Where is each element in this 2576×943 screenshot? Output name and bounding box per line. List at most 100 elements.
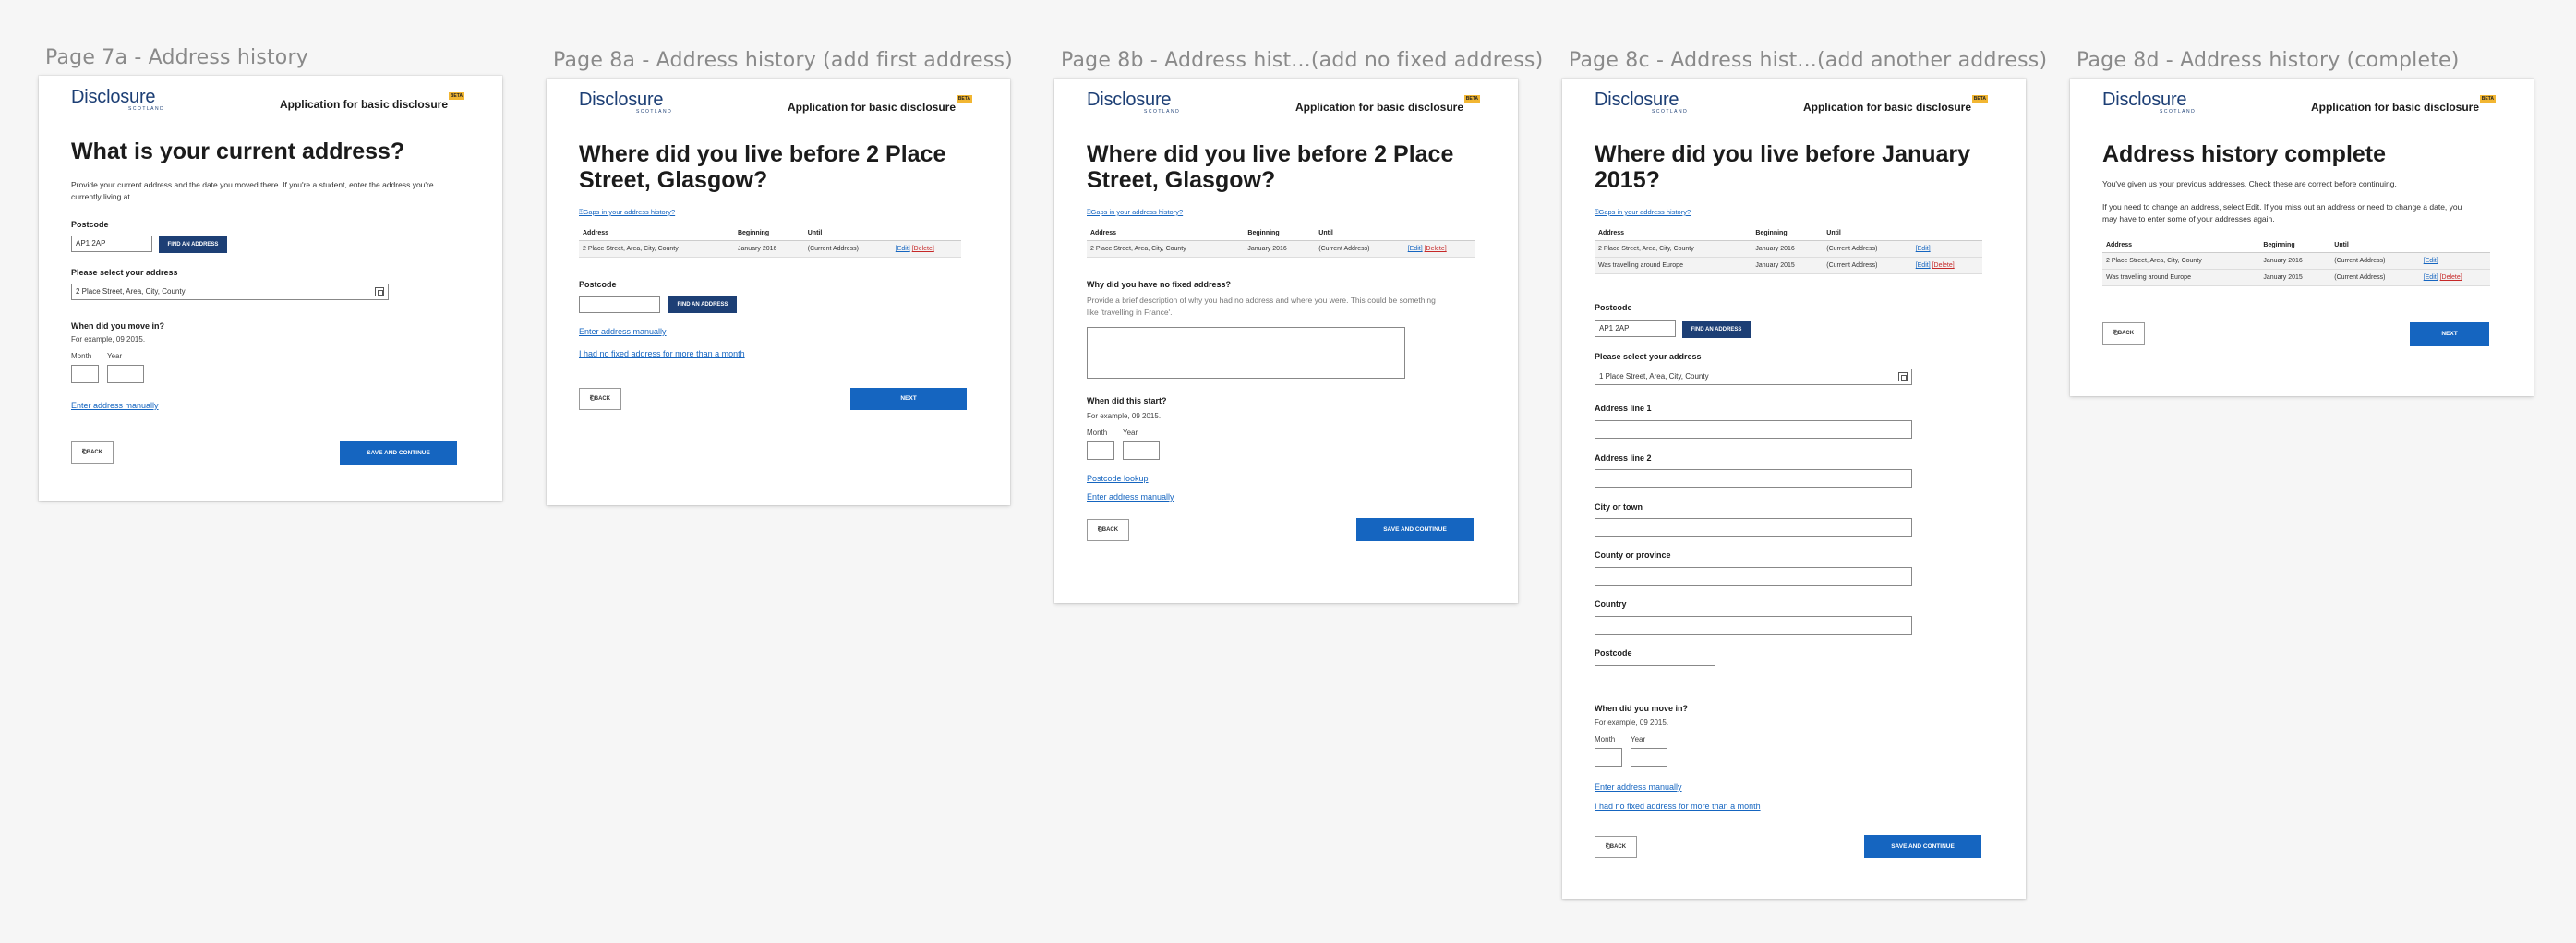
edit-link[interactable]: [Edit] [2424, 258, 2438, 264]
gaps-history-link[interactable]: ⍰Gaps in your address history? [1595, 208, 1691, 217]
beginning-cell: January 2016 [1751, 240, 1824, 258]
manual-postcode-input[interactable] [1595, 665, 1715, 683]
column-header: Until [1823, 226, 1912, 241]
table-row: 2 Place Street, Area, City, County Janua… [2102, 252, 2490, 270]
column-header: Address [579, 226, 734, 241]
postcode-label: Postcode [1595, 303, 1632, 312]
year-input[interactable] [1123, 441, 1160, 460]
save-continue-button[interactable]: SAVE AND CONTINUE [1864, 835, 1981, 858]
month-input[interactable] [71, 365, 99, 383]
month-input[interactable] [1087, 441, 1114, 460]
find-address-button[interactable]: FIND AN ADDRESS [668, 296, 737, 313]
disclosure-logo[interactable]: Disclosure SCOTLAND [2102, 90, 2195, 115]
select-address-label: Please select your address [71, 268, 178, 277]
back-button[interactable]: ⎗BACK [579, 388, 621, 410]
disclosure-logo[interactable]: Disclosure SCOTLAND [1595, 90, 1687, 115]
disclosure-logo[interactable]: Disclosure SCOTLAND [71, 87, 163, 112]
disclosure-logo[interactable]: Disclosure SCOTLAND [1087, 90, 1179, 115]
column-header: Until [1315, 226, 1404, 241]
back-button[interactable]: ⎗BACK [2102, 322, 2145, 345]
city-label: City or town [1595, 502, 1643, 512]
city-input[interactable] [1595, 518, 1912, 537]
date-hint: For example, 09 2015. [71, 335, 146, 344]
delete-link[interactable]: [Delete] [1425, 246, 1447, 252]
address-cell: 2 Place Street, Area, City, County [1087, 240, 1245, 258]
address-select[interactable]: 1 Place Street, Area, City, County [1595, 369, 1912, 385]
address-cell: 2 Place Street, Area, City, County [1595, 240, 1752, 258]
artboard-page-8a: Disclosure SCOTLAND Application for basi… [547, 79, 1010, 505]
delete-link[interactable]: [Delete] [912, 246, 934, 252]
back-button[interactable]: ⎗BACK [1595, 836, 1637, 858]
year-input[interactable] [1631, 748, 1667, 767]
gaps-history-link[interactable]: ⍰Gaps in your address history? [1087, 208, 1183, 217]
no-fixed-address-link[interactable]: I had no fixed address for more than a m… [1595, 802, 1761, 811]
address-cell: Was travelling around Europe [1595, 257, 1752, 274]
enter-manually-link[interactable]: Enter address manually [1087, 492, 1174, 502]
find-address-button[interactable]: FIND AN ADDRESS [1682, 321, 1751, 338]
column-header: Beginning [1244, 226, 1316, 241]
manual-postcode-label: Postcode [1595, 648, 1632, 658]
beta-badge: BETA [956, 95, 972, 103]
address-line-1-input[interactable] [1595, 420, 1912, 439]
beta-badge: BETA [448, 92, 464, 100]
year-input[interactable] [107, 365, 144, 383]
date-hint: For example, 09 2015. [1595, 719, 1669, 727]
postcode-input[interactable] [579, 296, 660, 313]
artboard-label: Page 7a - Address history [45, 46, 308, 69]
disclosure-logo[interactable]: Disclosure SCOTLAND [579, 90, 671, 115]
next-button[interactable]: NEXT [850, 388, 967, 410]
address-line-2-input[interactable] [1595, 469, 1912, 488]
moved-in-label: When did you move in? [1595, 704, 1688, 713]
column-header: Beginning [733, 226, 804, 241]
intro-text: You've given us your previous addresses.… [2102, 179, 2397, 188]
find-address-button[interactable]: FIND AN ADDRESS [159, 236, 227, 253]
app-title: Application for basic disclosure [2310, 101, 2479, 114]
edit-link[interactable]: [Edit] [1916, 246, 1931, 252]
delete-link[interactable]: [Delete] [1932, 262, 1955, 269]
save-continue-button[interactable]: SAVE AND CONTINUE [340, 441, 457, 465]
enter-manually-link[interactable]: Enter address manually [71, 401, 159, 410]
beginning-cell: January 2015 [1751, 257, 1824, 274]
site-header: Disclosure SCOTLAND Application for basi… [579, 90, 972, 121]
back-button[interactable]: ⎗BACK [71, 441, 114, 464]
county-input[interactable] [1595, 567, 1912, 586]
until-cell: (Current Address) [1315, 240, 1404, 258]
address-cell: 2 Place Street, Area, City, County [2102, 252, 2260, 270]
edit-link[interactable]: [Edit] [1408, 246, 1423, 252]
edit-link[interactable]: [Edit] [2424, 274, 2438, 281]
edit-link[interactable]: [Edit] [1916, 262, 1931, 269]
no-fixed-address-link[interactable]: I had no fixed address for more than a m… [579, 349, 745, 358]
enter-manually-link[interactable]: Enter address manually [1595, 782, 1682, 792]
column-header: Address [2102, 238, 2260, 253]
app-title: Application for basic disclosure [787, 101, 956, 114]
app-title: Application for basic disclosure [279, 98, 448, 111]
delete-link[interactable]: [Delete] [2440, 274, 2462, 281]
app-title: Application for basic disclosure [1294, 101, 1463, 114]
actions-cell: [Edit] [1911, 240, 1982, 258]
column-header [2419, 238, 2490, 253]
enter-manually-link[interactable]: Enter address manually [579, 327, 667, 336]
site-header: Disclosure SCOTLAND Application for basi… [2102, 90, 2496, 121]
question-hint: Provide a brief description of why you h… [1087, 296, 1436, 317]
actions-cell: [Edit] [Delete] [891, 240, 961, 258]
save-continue-button[interactable]: SAVE AND CONTINUE [1356, 518, 1474, 541]
postcode-input[interactable]: AP1 2AP [1595, 320, 1676, 337]
postcode-input[interactable]: AP1 2AP [71, 236, 152, 252]
table-row: 2 Place Street, Area, City, County Janua… [579, 240, 961, 258]
month-input[interactable] [1595, 748, 1622, 767]
gaps-history-link[interactable]: ⍰Gaps in your address history? [579, 208, 675, 217]
no-fixed-description-textarea[interactable] [1087, 327, 1405, 379]
next-button[interactable]: NEXT [2410, 322, 2489, 346]
address-select[interactable]: 2 Place Street, Area, City, County [71, 284, 389, 300]
column-header: Address [1087, 226, 1245, 241]
column-header: Until [803, 226, 892, 241]
country-input[interactable] [1595, 616, 1912, 635]
site-header: Disclosure SCOTLAND Application for basi… [1595, 90, 1988, 121]
artboard-page-7a: Disclosure SCOTLAND Application for basi… [39, 76, 502, 501]
edit-link[interactable]: [Edit] [896, 246, 910, 252]
postcode-lookup-link[interactable]: Postcode lookup [1087, 474, 1149, 483]
beginning-cell: January 2015 [2259, 269, 2331, 286]
no-fixed-question-label: Why did you have no fixed address? [1087, 280, 1232, 289]
artboard-label: Page 8c - Address hist...(add another ad… [1569, 49, 2048, 72]
back-button[interactable]: ⎗BACK [1087, 519, 1129, 541]
